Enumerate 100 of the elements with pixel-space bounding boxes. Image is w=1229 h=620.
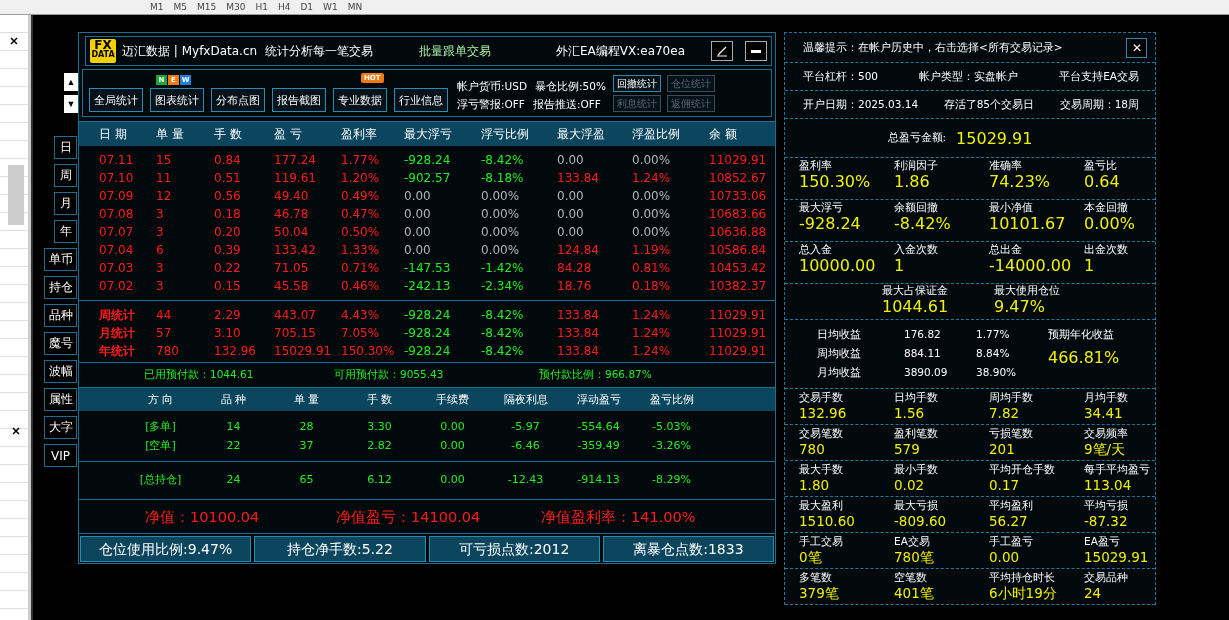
table-cell-text: 443.07 xyxy=(274,308,317,322)
table-cell-text: 0.00 xyxy=(404,243,432,257)
table-cell-text: 0.00% xyxy=(481,225,521,239)
timeframe-button[interactable]: M1 xyxy=(150,2,164,12)
table-cell-text: 0.51 xyxy=(214,171,242,185)
table-cell-text: 1.24% xyxy=(632,344,672,358)
stat-value: 113.04 xyxy=(1084,477,1133,494)
side-tab[interactable]: 属性 xyxy=(44,388,77,411)
table-cell-text: 133.84 xyxy=(557,326,600,340)
table-cell-text: -8.18% xyxy=(481,171,525,185)
stat-label: 最大盈利 xyxy=(799,498,844,513)
stat-value: 780笔 xyxy=(894,549,935,566)
table-cell-text: 3 xyxy=(156,261,165,275)
toolbar-button[interactable]: 报告截图 xyxy=(272,88,326,112)
toolbar-button[interactable]: 行业信息 xyxy=(394,88,448,112)
table-cell-text: -242.13 xyxy=(404,279,452,293)
margin-stat: 可用预付款：9055.43 xyxy=(334,368,445,382)
stat-value: 24 xyxy=(1084,585,1103,602)
timeframe-button[interactable]: MN xyxy=(347,2,363,12)
stat-value: 0.17 xyxy=(989,477,1021,494)
stat-value: -809.60 xyxy=(894,513,948,530)
toolbar-button[interactable]: 图表统计 xyxy=(150,88,204,112)
side-tab[interactable]: VIP xyxy=(44,444,77,467)
timeframe-button[interactable]: W1 xyxy=(323,2,338,12)
table-cell-text: 133.84 xyxy=(557,344,600,358)
scroll-up-button[interactable]: ▲ xyxy=(64,73,78,91)
table-cell-text: -1.42% xyxy=(481,261,525,275)
table-cell-text: -359.49 xyxy=(576,439,621,452)
column-header: 单 量 xyxy=(292,392,321,407)
side-tab[interactable]: 月 xyxy=(54,192,77,215)
stat-value: 0.64 xyxy=(1084,173,1121,191)
toolbar-button[interactable]: 专业数据 xyxy=(333,88,387,112)
table-cell-text: 28 xyxy=(298,420,315,433)
status-cell: 可亏损点数:2012 xyxy=(428,536,600,562)
column-header: 余 额 xyxy=(709,125,738,143)
edit-button[interactable] xyxy=(711,41,733,61)
side-tab[interactable]: 魔号 xyxy=(44,332,77,355)
side-tab[interactable]: 品种 xyxy=(44,304,77,327)
table-cell-text: 4.43% xyxy=(341,308,381,322)
account-detail: 平台支持EA交易 xyxy=(1059,69,1139,84)
table-cell-text: 71.05 xyxy=(274,261,310,275)
side-tab[interactable]: 波幅 xyxy=(44,360,77,383)
stat-value: 1510.60 xyxy=(799,513,856,530)
logo-icon: FX DATA xyxy=(90,39,116,63)
stat-value: 10101.67 xyxy=(989,215,1067,233)
stat-label: 最大手数 xyxy=(799,462,844,477)
table-cell-text: 1.20% xyxy=(341,171,381,185)
stat-value: 10000.00 xyxy=(799,257,877,275)
table-cell-text: 11029.91 xyxy=(709,153,768,167)
stat-label: 最大占保证金 xyxy=(882,284,949,298)
table-cell-text: 07.10 xyxy=(99,171,135,185)
stats-button[interactable]: 回撤统计 xyxy=(612,75,661,92)
table-cell-text: -902.57 xyxy=(404,171,452,185)
stat-value: 201 xyxy=(989,441,1016,458)
table-cell-text: 133.42 xyxy=(274,243,317,257)
stat-value: 1 xyxy=(894,257,906,275)
table-cell-text: 0.00 xyxy=(439,420,466,433)
toolbar-button[interactable]: 分布点图 xyxy=(211,88,265,112)
stat-label: 最大浮亏 xyxy=(799,201,844,215)
side-tab[interactable]: 日 xyxy=(54,136,77,159)
table-cell-text: 10852.67 xyxy=(709,171,768,185)
stat-value: 1 xyxy=(1084,257,1096,275)
table-cell-text: 年统计 xyxy=(99,342,136,360)
table-cell-text: 11 xyxy=(156,171,173,185)
side-tab[interactable]: 单币 xyxy=(44,248,77,271)
brand-title: 迈汇数据 | MyfxData.cn xyxy=(122,42,258,60)
side-tab[interactable]: 持仓 xyxy=(44,276,77,299)
minimize-button[interactable] xyxy=(745,41,767,61)
stat-label: 月均收益 xyxy=(817,366,862,380)
table-cell-text: 6 xyxy=(156,243,165,257)
timeframe-button[interactable]: M5 xyxy=(173,2,187,12)
table-cell-text: 0.00 xyxy=(439,439,466,452)
stat-label: 盈亏比 xyxy=(1084,159,1118,173)
table-cell-text: 1.77% xyxy=(341,153,381,167)
stat-label: 余额回撤 xyxy=(894,201,939,215)
timeframe-button[interactable]: M15 xyxy=(197,2,217,12)
timeframe-button[interactable]: D1 xyxy=(300,2,314,12)
table-cell-text: 65 xyxy=(298,473,315,486)
scrollbar-thumb[interactable] xyxy=(8,165,24,225)
close-icon[interactable] xyxy=(12,427,20,435)
close-icon[interactable] xyxy=(10,37,18,45)
timeframe-button[interactable]: H4 xyxy=(277,2,291,12)
side-tab[interactable]: 大字 xyxy=(44,416,77,439)
table-cell-text: 1.24% xyxy=(632,171,672,185)
scroll-down-button[interactable]: ▼ xyxy=(64,95,78,113)
table-cell-text: 0.49% xyxy=(341,189,381,203)
timeframe-button[interactable]: M30 xyxy=(226,2,246,12)
close-button[interactable]: ✕ xyxy=(1126,37,1147,58)
stat-value: 15029.91 xyxy=(956,128,1033,148)
table-cell-text: 133.84 xyxy=(557,308,600,322)
side-tab[interactable]: 年 xyxy=(54,220,77,243)
stat-value: -87.32 xyxy=(1084,513,1129,530)
timeframe-button[interactable]: H1 xyxy=(255,2,268,12)
toolbar-button[interactable]: 全局统计 xyxy=(89,88,143,112)
account-info: 帐户货币:USD xyxy=(457,80,527,94)
side-tab[interactable]: 周 xyxy=(54,164,77,187)
column-header: 盈亏比例 xyxy=(648,392,695,407)
table-cell-text: -6.46 xyxy=(510,439,541,452)
table-cell-text: 0.00% xyxy=(481,207,521,221)
table-cell-text: 11029.91 xyxy=(709,344,768,358)
